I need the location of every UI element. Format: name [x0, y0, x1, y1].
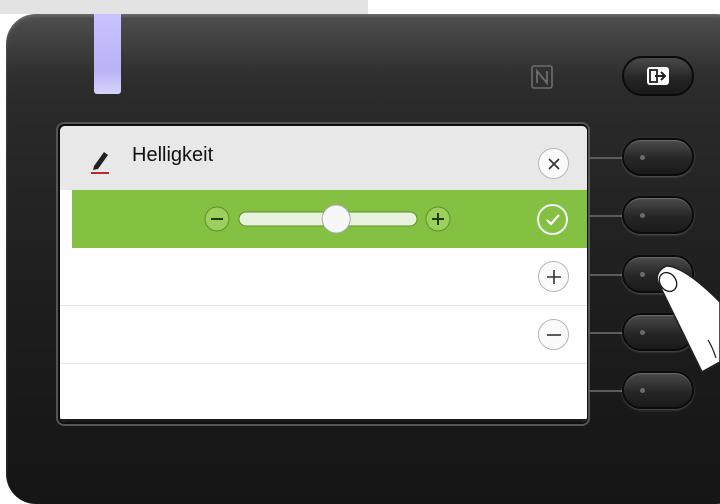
list-row-increase	[60, 248, 587, 306]
screen-bottom-bar	[60, 419, 587, 422]
pencil-icon	[88, 148, 112, 174]
list-row-decrease	[60, 306, 587, 364]
list-row-empty	[60, 364, 587, 421]
key-connector	[588, 274, 624, 276]
close-button[interactable]	[538, 148, 569, 179]
key-connector	[588, 157, 624, 159]
notification-led	[94, 14, 121, 94]
confirm-button[interactable]	[537, 204, 568, 235]
nfc-icon	[530, 64, 554, 90]
key-connector	[588, 390, 624, 392]
brightness-slider[interactable]	[202, 204, 452, 234]
page-title: Helligkeit	[132, 144, 214, 166]
increase-button[interactable]	[538, 261, 569, 292]
finger-pointer-icon	[650, 262, 720, 382]
logout-key[interactable]	[622, 56, 694, 96]
softkey-1[interactable]	[622, 138, 694, 176]
key-connector	[588, 215, 624, 217]
plus-icon	[546, 269, 561, 284]
slider-minus-icon[interactable]	[204, 206, 230, 232]
brightness-slider-row[interactable]	[72, 190, 587, 248]
slider-plus-icon[interactable]	[425, 206, 451, 232]
logout-arrow-icon	[647, 67, 669, 85]
minus-icon	[546, 333, 561, 336]
close-icon	[547, 157, 560, 170]
softkey-2[interactable]	[622, 196, 694, 234]
slider-thumb	[321, 204, 351, 234]
decrease-button[interactable]	[538, 319, 569, 350]
key-connector	[588, 332, 624, 334]
header: Helligkeit	[60, 126, 587, 190]
top-strip	[0, 0, 368, 14]
display-screen: Helligkeit	[60, 126, 587, 422]
check-icon	[545, 213, 560, 226]
